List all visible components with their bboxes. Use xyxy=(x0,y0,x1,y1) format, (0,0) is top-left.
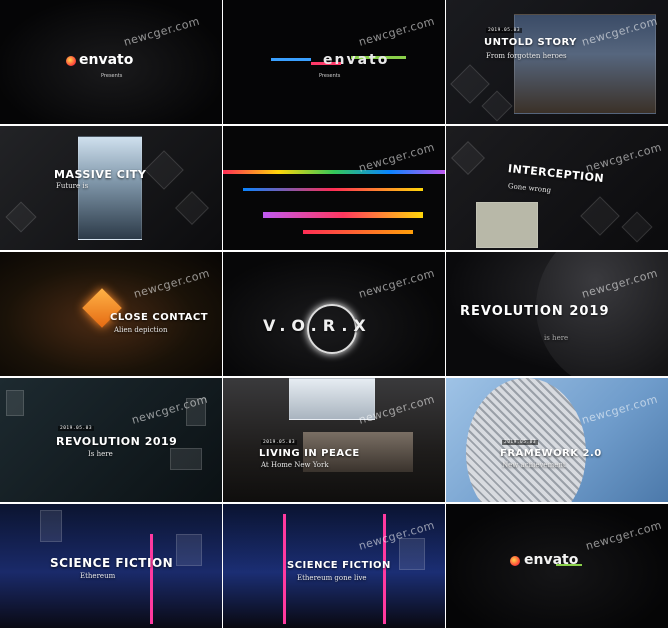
tile-framework[interactable]: 2019.05.03 FRAMEWORK 2.0 New achievement… xyxy=(446,378,668,502)
tile-interception[interactable]: INTERCEPTION Gone wrong newcger.com xyxy=(446,126,668,250)
tile-science-fiction-1[interactable]: SCIENCE FICTION Ethereum xyxy=(0,504,222,628)
presents-text: Presents xyxy=(101,73,123,79)
date-label: 2019.05.03 xyxy=(486,28,523,33)
tile-subtitle: Future is xyxy=(56,182,89,190)
tile-glitch-transition[interactable]: newcger.com xyxy=(223,126,445,250)
neon-beam xyxy=(283,514,286,624)
envato-logo: envato xyxy=(79,52,134,68)
tile-title: V.O.R.X xyxy=(263,316,372,335)
tile-title: LIVING IN PEACE xyxy=(259,448,360,459)
presents-text: Presents xyxy=(319,73,341,79)
tile-title: UNTOLD STORY xyxy=(484,37,577,48)
glitch-bar xyxy=(263,212,423,218)
glitch-bar xyxy=(556,564,582,566)
photo-panel xyxy=(476,202,538,248)
envato-logo-glitched: envato xyxy=(323,52,390,68)
tile-subtitle: Alien depiction xyxy=(114,326,168,334)
tile-tunnel[interactable]: V.O.R.X newcger.com xyxy=(223,252,445,376)
tile-subtitle: New achievement xyxy=(502,461,566,469)
neon-beam xyxy=(150,534,153,624)
glitch-bar xyxy=(271,58,311,61)
tile-title: SCIENCE FICTION xyxy=(50,556,174,570)
glitch-bar xyxy=(223,170,445,174)
envato-leaf-icon xyxy=(510,556,520,566)
tile-title: SCIENCE FICTION xyxy=(287,560,391,571)
tile-subtitle: is here xyxy=(544,334,569,342)
tile-title: FRAMEWORK 2.0 xyxy=(500,448,602,459)
tile-outro-logo[interactable]: envato newcger.com xyxy=(446,504,668,628)
tile-subtitle: At Home New York xyxy=(261,461,329,469)
tile-revolution-2019[interactable]: 2019.05.03 REVOLUTION 2019 Is here newcg… xyxy=(0,378,222,502)
tile-living-in-peace[interactable]: 2019.05.03 LIVING IN PEACE At Home New Y… xyxy=(223,378,445,502)
glitch-bar xyxy=(243,188,423,191)
tile-revolution-glitch[interactable]: REVOLUTION 2019 is here newcger.com xyxy=(446,252,668,376)
tile-subtitle: Is here xyxy=(88,450,113,458)
tile-massive-city[interactable]: MASSIVE CITY Future is xyxy=(0,126,222,250)
thumbnail-grid: envato Presents newcger.com envato Prese… xyxy=(0,0,668,629)
tile-title: REVOLUTION 2019 xyxy=(460,304,610,319)
tile-subtitle: From forgotten heroes xyxy=(486,52,567,60)
tile-close-contact[interactable]: CLOSE CONTACT Alien depiction newcger.co… xyxy=(0,252,222,376)
glitch-bar xyxy=(303,230,413,234)
tile-glitch-logo[interactable]: envato Presents newcger.com xyxy=(223,0,445,124)
tile-title: CLOSE CONTACT xyxy=(110,312,209,323)
tile-subtitle: Ethereum gone live xyxy=(297,574,367,582)
tile-science-fiction-2[interactable]: SCIENCE FICTION Ethereum gone live newcg… xyxy=(223,504,445,628)
date-label: 2019.05.03 xyxy=(261,440,298,445)
tile-subtitle: Ethereum xyxy=(80,572,116,580)
tile-title: MASSIVE CITY xyxy=(54,168,147,181)
envato-leaf-icon xyxy=(66,56,76,66)
tile-untold-story[interactable]: 2019.05.03 UNTOLD STORY From forgotten h… xyxy=(446,0,668,124)
tile-title: REVOLUTION 2019 xyxy=(56,435,178,448)
date-label: 2019.05.03 xyxy=(58,426,95,431)
tile-intro-logo[interactable]: envato Presents newcger.com xyxy=(0,0,222,124)
date-label: 2019.05.03 xyxy=(502,440,539,445)
